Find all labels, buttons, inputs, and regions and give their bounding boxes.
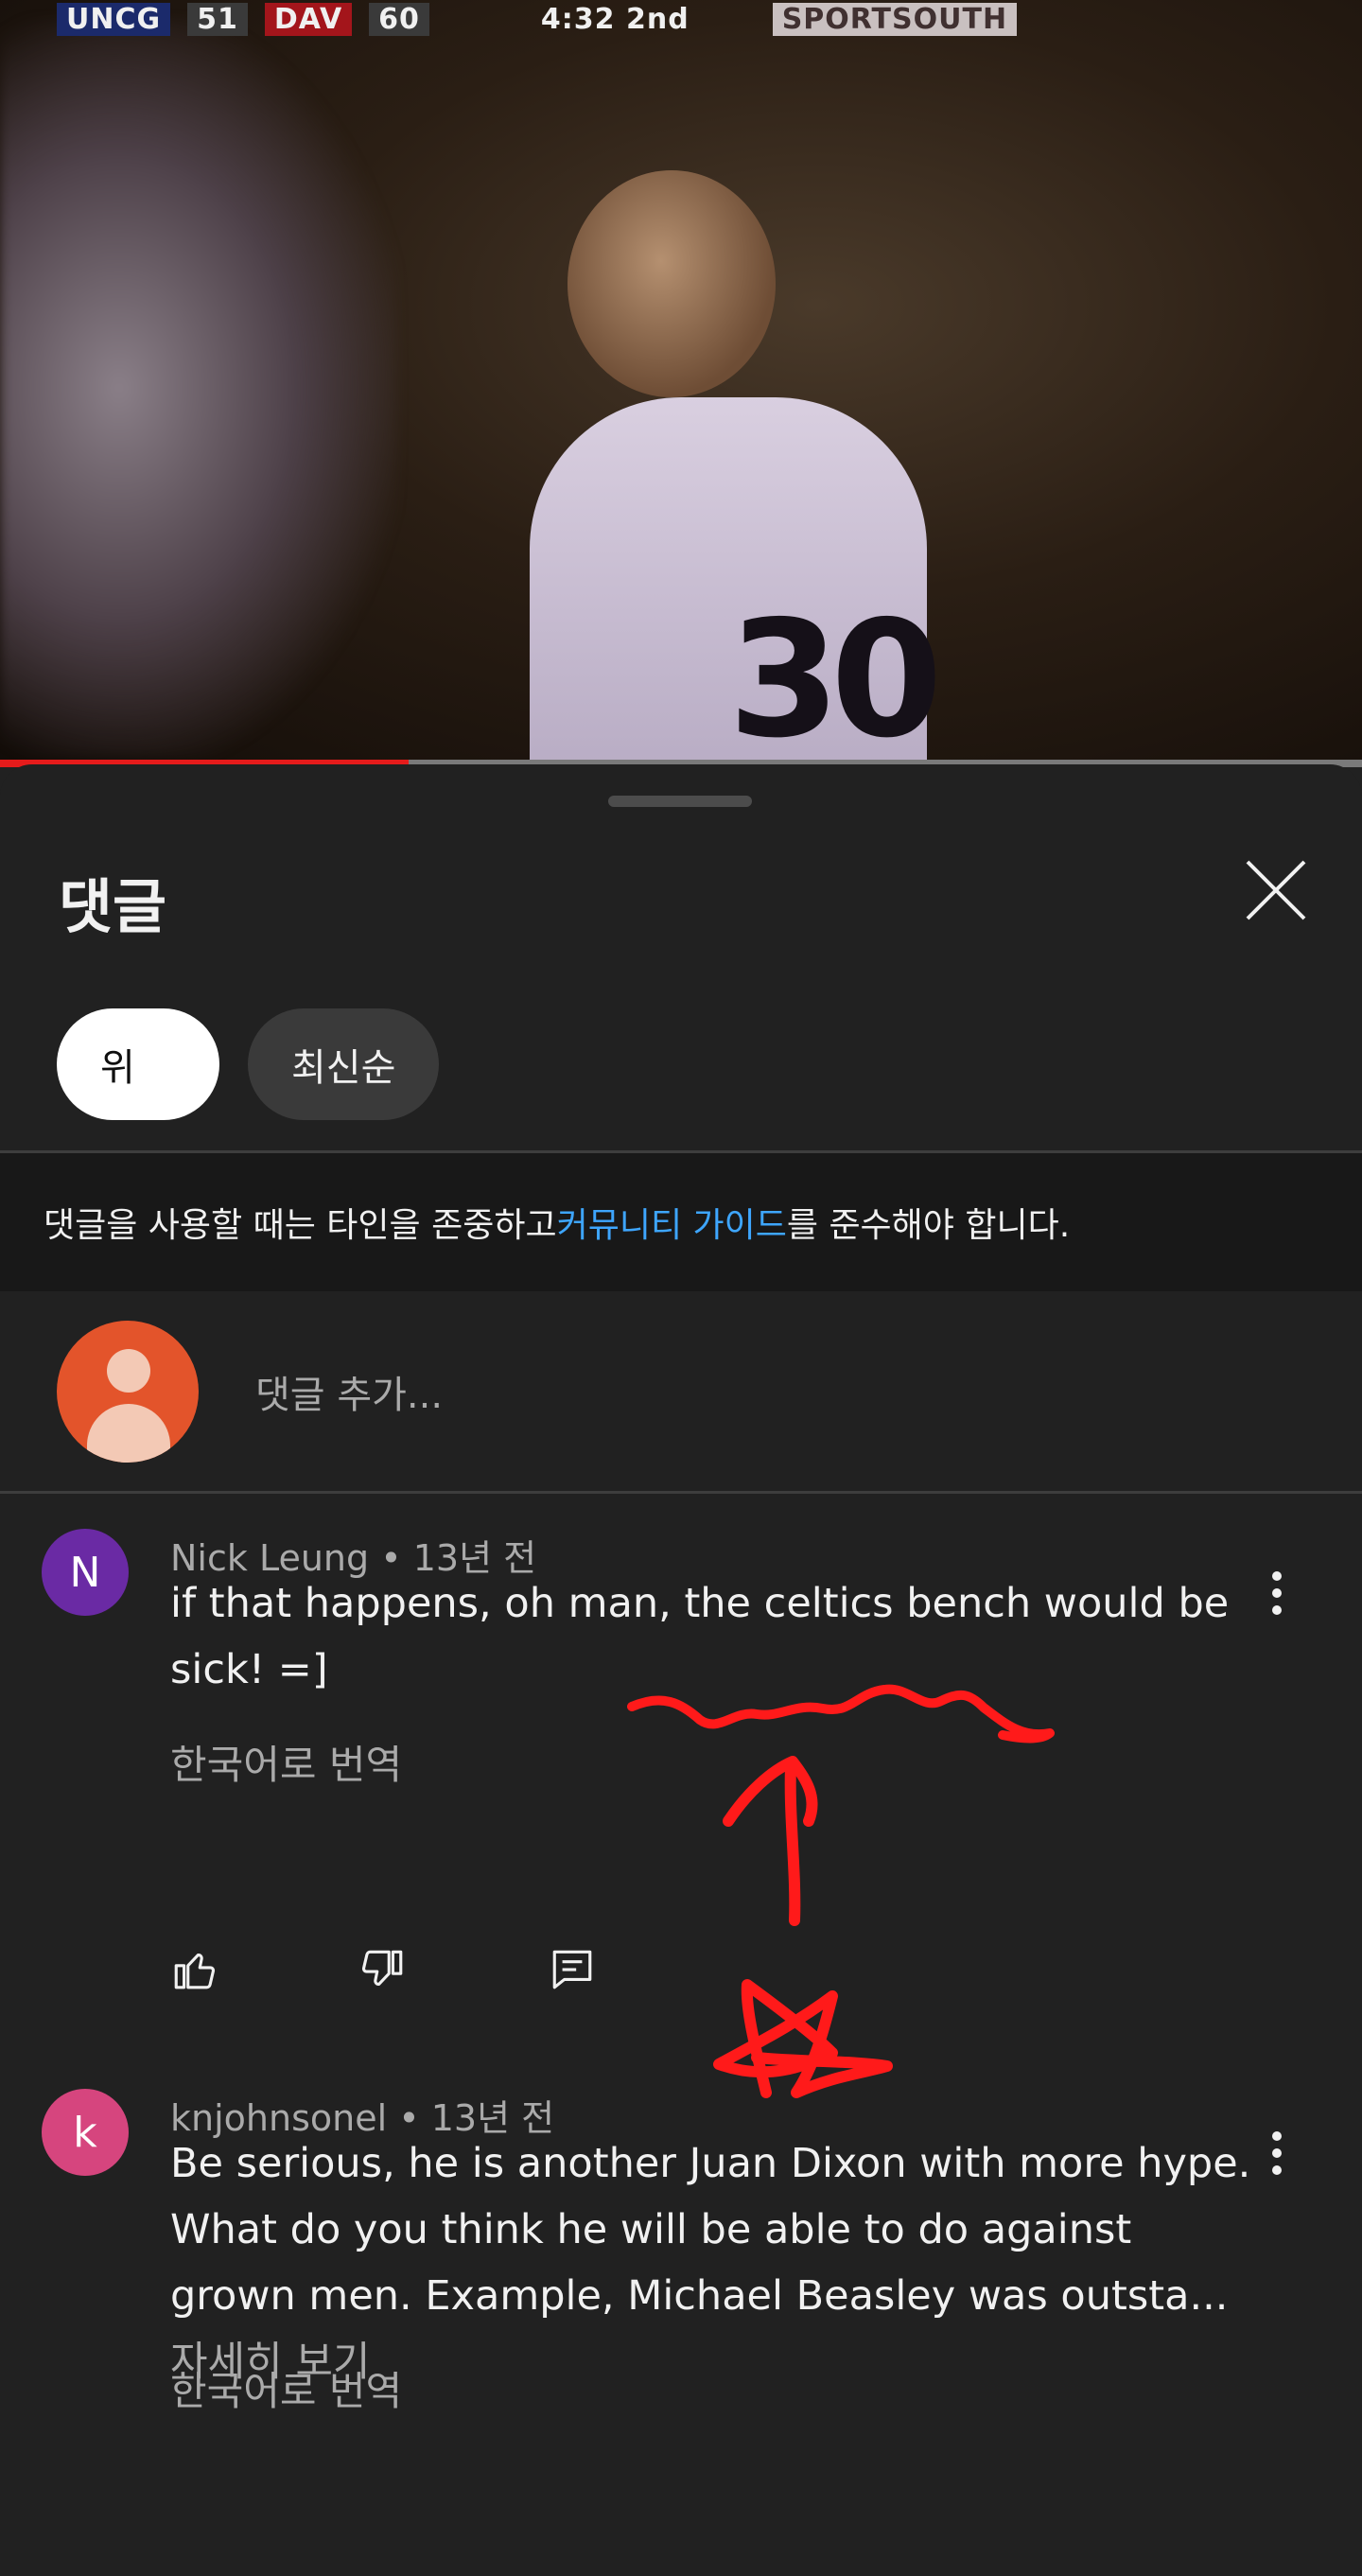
chip-top[interactable]: 위 xyxy=(57,1008,219,1120)
guideline-text-before: 댓글을 사용할 때는 타인을 존중하고 xyxy=(44,1206,557,1245)
scoreboard-score2: 60 xyxy=(369,2,429,36)
video-player-head xyxy=(568,170,776,397)
divider xyxy=(0,1491,1362,1494)
comment-body: if that happens, oh man, the celtics ben… xyxy=(170,1580,1230,1693)
person-icon-head xyxy=(107,1349,150,1393)
scoreboard-score1: 51 xyxy=(187,2,248,36)
avatar xyxy=(57,1321,199,1463)
scoreboard-team1: UNCG xyxy=(57,2,171,36)
translate-link[interactable]: 한국어로 번역 xyxy=(170,1733,402,1791)
dislike-button[interactable] xyxy=(359,1941,549,1998)
guideline-text-after: 를 준수해야 합니다. xyxy=(786,1206,1071,1245)
comment-actions xyxy=(170,1941,738,1998)
more-vert-icon xyxy=(1272,1571,1282,1615)
video-player[interactable]: 30 UNCG 51 DAV 60 4:32 2nd SPORTSOUTH xyxy=(0,0,1362,762)
jersey-number: 30 xyxy=(728,587,943,762)
more-options-button[interactable] xyxy=(1258,2125,1296,2182)
video-blur-figure xyxy=(0,19,397,757)
scoreboard-team2: DAV xyxy=(264,2,353,36)
comment-text: if that happens, oh man, the celtics ben… xyxy=(170,1570,1258,1703)
comment-text: Be serious, he is another Juan Dixon wit… xyxy=(170,2130,1258,2395)
close-button[interactable] xyxy=(1245,859,1307,921)
panel-title: 댓글 xyxy=(59,872,167,941)
avatar-letter: k xyxy=(73,2108,97,2157)
avatar-letter: N xyxy=(69,1548,101,1597)
thumbs-down-icon xyxy=(361,1950,403,1986)
commenter-avatar[interactable]: N xyxy=(42,1529,129,1616)
community-guidelines-link[interactable]: 커뮤니티 가이드 xyxy=(557,1198,787,1247)
comments-sheet: 댓글 위 최신순 댓글을 사용할 때는 타인을 존중하고 커뮤니티 가이드 를 준… xyxy=(0,764,1362,2576)
community-guideline-notice: 댓글을 사용할 때는 타인을 존중하고 커뮤니티 가이드 를 준수해야 합니다. xyxy=(0,1153,1362,1291)
more-options-button[interactable] xyxy=(1258,1565,1296,1621)
more-vert-icon xyxy=(1272,2131,1282,2175)
sort-chips: 위 최신순 xyxy=(57,1008,440,1120)
commenter-avatar[interactable]: k xyxy=(42,2089,129,2176)
comment-body: Be serious, he is another Juan Dixon wit… xyxy=(170,2140,1251,2320)
close-icon xyxy=(1246,860,1306,920)
chip-newest[interactable]: 최신순 xyxy=(248,1008,440,1120)
translate-link[interactable]: 한국어로 번역 xyxy=(170,2359,402,2417)
add-comment-row[interactable]: 댓글 추가... xyxy=(57,1321,443,1463)
scoreboard-clock: 4:32 2nd xyxy=(540,2,690,36)
like-button[interactable] xyxy=(170,1941,359,1998)
reply-button[interactable] xyxy=(549,1941,738,1998)
scoreboard-network: SPORTSOUTH xyxy=(772,2,1018,36)
reply-comment-icon xyxy=(552,1950,592,1989)
person-icon-body xyxy=(87,1404,170,1463)
thumbs-up-icon xyxy=(174,1954,216,1989)
drag-handle[interactable] xyxy=(608,796,752,807)
scoreboard-overlay: UNCG 51 DAV 60 4:32 2nd SPORTSOUTH xyxy=(57,0,1018,38)
add-comment-input[interactable]: 댓글 추가... xyxy=(255,1364,443,1419)
